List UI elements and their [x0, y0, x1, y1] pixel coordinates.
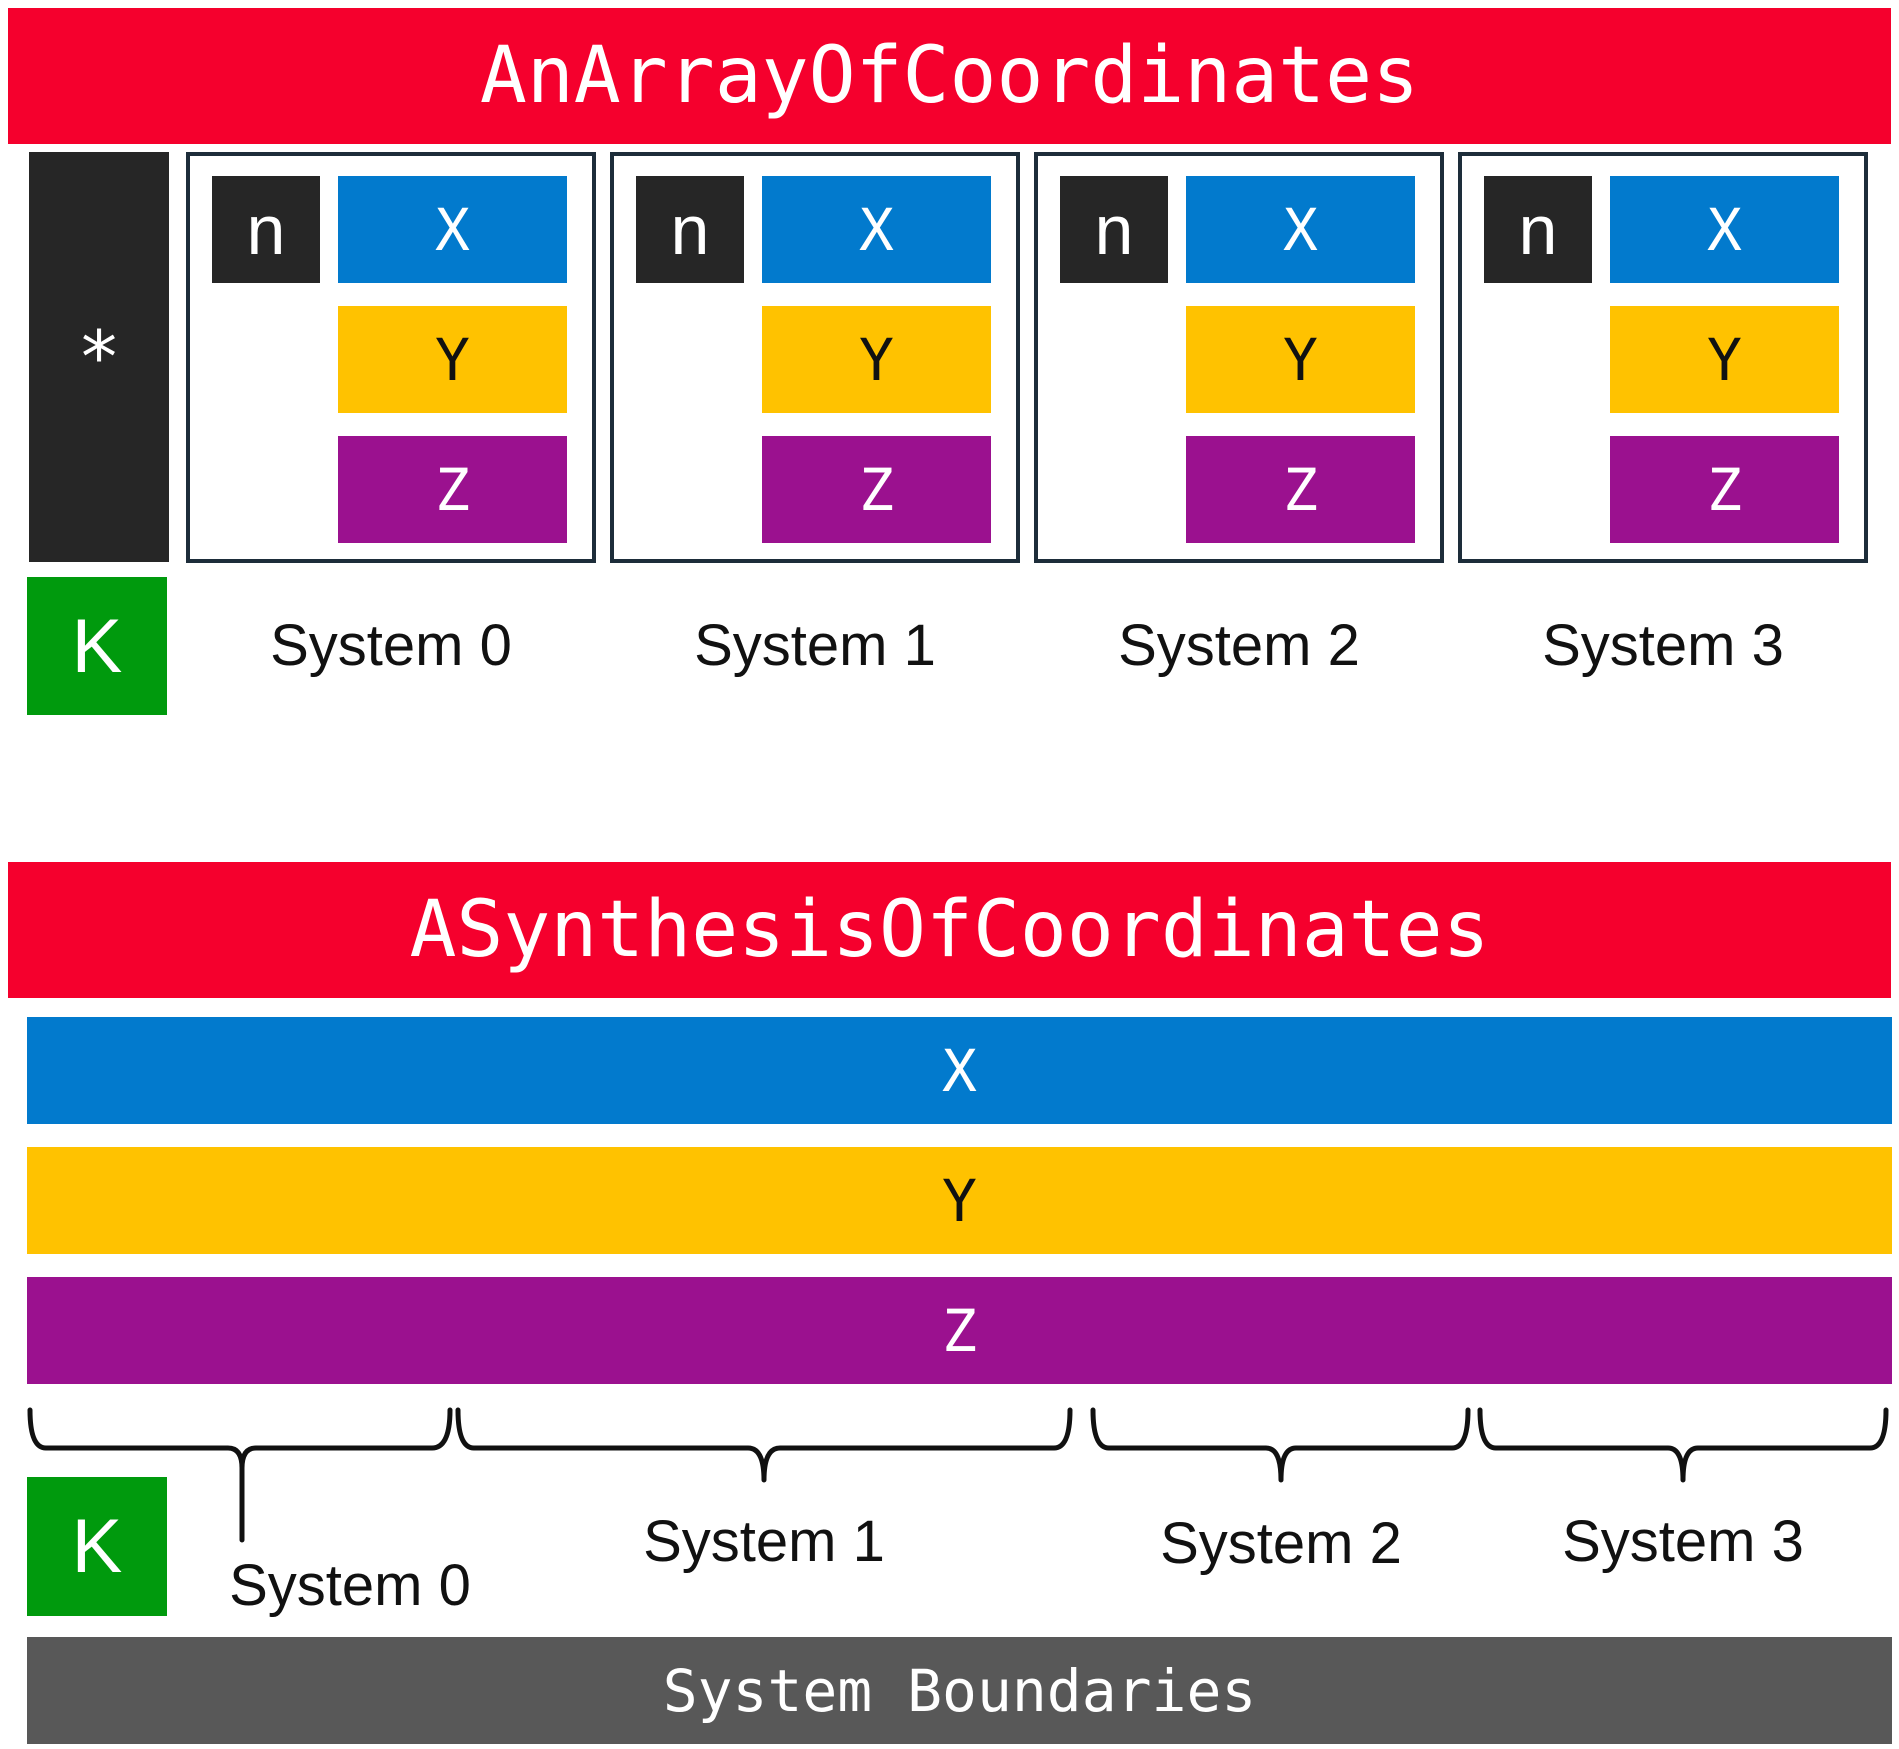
k-tile-bottom: K	[27, 1477, 167, 1616]
system-label-text: System 2	[1160, 1510, 1402, 1576]
synthesis-system-label-1: System 1	[614, 1506, 914, 1576]
synthesis-system-label-0: System 0	[200, 1550, 500, 1620]
brace-system-1	[455, 1407, 1073, 1483]
brace-system-3	[1477, 1407, 1889, 1483]
brace-system-2	[1090, 1407, 1471, 1483]
system-braces	[27, 1407, 1889, 1543]
system-label-text: System 0	[229, 1552, 471, 1618]
synthesis-system-label-3: System 3	[1533, 1506, 1833, 1576]
system-boundaries-label: System Boundaries	[662, 1656, 1257, 1725]
system-boundaries-bar: System Boundaries	[27, 1637, 1892, 1744]
system-label-text: System 3	[1562, 1508, 1804, 1574]
synthesis-system-label-2: System 2	[1131, 1508, 1431, 1578]
system-label-text: System 1	[643, 1508, 885, 1574]
k-label: K	[71, 1504, 123, 1589]
